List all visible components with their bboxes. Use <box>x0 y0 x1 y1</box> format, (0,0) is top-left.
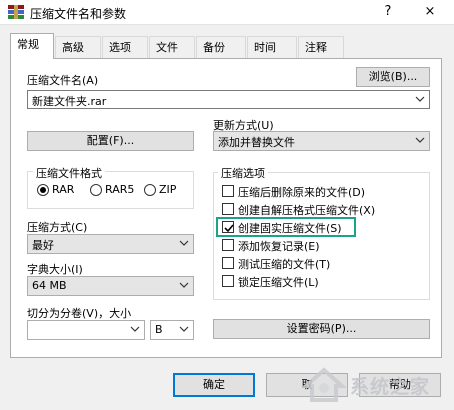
format-zip-label: ZIP <box>159 183 177 196</box>
title-bar: 压缩文件名和参数 ? × <box>0 0 454 24</box>
tab-files[interactable]: 文件 <box>149 36 195 58</box>
format-rar-radio[interactable] <box>37 184 49 196</box>
tab-general[interactable]: 常规 <box>10 33 54 59</box>
tab-time[interactable]: 时间 <box>247 36 297 58</box>
profiles-button[interactable]: 配置(F)... <box>27 131 194 151</box>
help-button[interactable]: ? <box>374 2 402 22</box>
dictionary-select[interactable]: 64 MB <box>27 276 194 296</box>
checkmark-icon <box>224 224 234 233</box>
format-rar5-radio[interactable] <box>90 184 102 196</box>
tab-backup[interactable]: 备份 <box>196 36 246 58</box>
create-sfx-label: 创建自解压格式压缩文件(X) <box>238 204 376 217</box>
chevron-down-icon <box>179 326 189 332</box>
split-label: 切分为分卷(V)，大小 <box>27 307 132 320</box>
dictionary-label: 字典大小(I) <box>27 263 83 276</box>
watermark: 系统之家 <box>302 362 450 406</box>
update-mode-select[interactable]: 添加并替换文件 <box>213 131 430 151</box>
split-unit-value: B <box>155 323 163 336</box>
watermark-logo-icon <box>302 367 346 402</box>
options-group-label: 压缩选项 <box>218 165 268 181</box>
window-title: 压缩文件名和参数 <box>30 7 127 21</box>
solid-archive-checkbox[interactable] <box>222 221 234 233</box>
tab-comment[interactable]: 注释 <box>298 36 344 58</box>
recovery-record-label: 添加恢复记录(E) <box>238 240 320 253</box>
chevron-down-icon <box>415 96 425 102</box>
method-select[interactable]: 最好 <box>27 234 194 254</box>
set-password-button[interactable]: 设置密码(P)... <box>213 319 430 339</box>
tab-options[interactable]: 选项 <box>102 36 148 58</box>
browse-button[interactable]: 浏览(B)... <box>356 67 430 87</box>
archive-name-value: 新建文件夹.rar <box>32 95 107 108</box>
split-unit-select[interactable]: B <box>150 320 194 340</box>
close-button[interactable]: × <box>416 2 444 22</box>
format-rar-label: RAR <box>52 183 75 196</box>
solid-archive-label: 创建固实压缩文件(S) <box>238 222 342 235</box>
method-label: 压缩方式(C) <box>27 221 88 234</box>
test-files-checkbox[interactable] <box>222 257 234 269</box>
method-value: 最好 <box>32 239 54 252</box>
chevron-down-icon <box>415 137 425 143</box>
test-files-label: 测试压缩的文件(T) <box>238 258 331 271</box>
format-zip-radio[interactable] <box>144 184 156 196</box>
create-sfx-checkbox[interactable] <box>222 203 234 215</box>
update-mode-value: 添加并替换文件 <box>218 136 295 149</box>
lock-archive-checkbox[interactable] <box>222 275 234 287</box>
watermark-text: 系统之家 <box>350 376 431 398</box>
delete-files-checkbox[interactable] <box>222 185 234 197</box>
archive-name-label: 压缩文件名(A) <box>27 74 99 87</box>
delete-files-label: 压缩后删除原来的文件(D) <box>238 186 366 199</box>
archive-name-input[interactable]: 新建文件夹.rar <box>27 90 430 109</box>
chevron-down-icon <box>179 282 189 288</box>
tab-advanced[interactable]: 高级 <box>55 36 101 58</box>
format-group-label: 压缩文件格式 <box>33 165 105 181</box>
chevron-down-icon <box>179 240 189 246</box>
format-rar5-label: RAR5 <box>105 183 135 196</box>
recovery-record-checkbox[interactable] <box>222 239 234 251</box>
dictionary-value: 64 MB <box>32 279 67 292</box>
winrar-app-icon <box>8 5 24 19</box>
split-size-input[interactable] <box>27 320 145 340</box>
lock-archive-label: 锁定压缩文件(L) <box>238 276 319 289</box>
chevron-down-icon <box>130 326 140 332</box>
ok-button[interactable]: 确定 <box>173 373 255 397</box>
